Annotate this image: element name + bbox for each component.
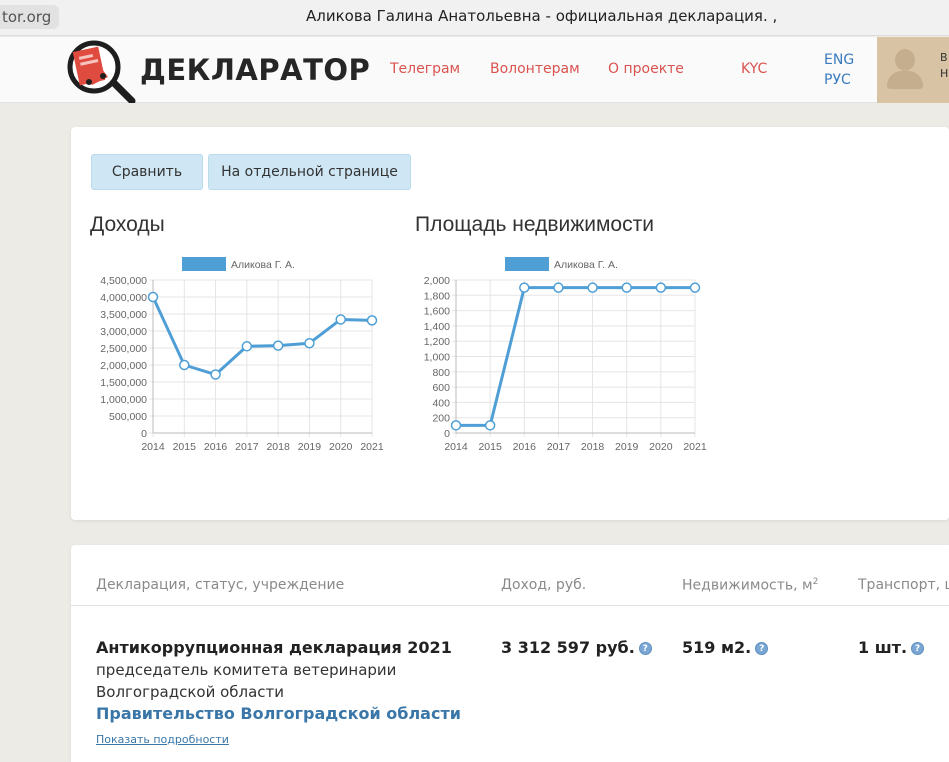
y-tick-label: 1,400 bbox=[424, 321, 450, 333]
data-point bbox=[241, 341, 253, 352]
income-help-icon[interactable]: ? bbox=[638, 642, 652, 655]
data-point bbox=[304, 337, 315, 349]
x-tick-label: 2018 bbox=[581, 441, 605, 453]
y-tick-label: 1,200 bbox=[424, 336, 450, 348]
nav-about[interactable]: О проекте bbox=[608, 61, 684, 77]
avatar-head-icon bbox=[895, 49, 915, 71]
user-text-line1: В bbox=[940, 51, 948, 64]
data-point bbox=[553, 282, 564, 293]
x-tick-label: 2020 bbox=[649, 441, 673, 453]
x-tick-label: 2019 bbox=[298, 441, 322, 453]
data-point bbox=[689, 282, 701, 293]
data-point bbox=[272, 340, 284, 351]
x-tick-label: 2020 bbox=[329, 441, 353, 453]
realty-chart-title: Площадь недвижимости bbox=[415, 213, 654, 236]
y-tick-label: 200 bbox=[432, 413, 450, 425]
data-point bbox=[450, 420, 462, 431]
x-tick-label: 2016 bbox=[513, 441, 537, 453]
position-line2: Волгоградской области bbox=[96, 683, 285, 701]
data-point bbox=[484, 420, 496, 431]
logo-text[interactable]: ДЕКЛАРАТОР bbox=[140, 53, 370, 87]
x-tick-label: 2018 bbox=[266, 441, 290, 453]
y-tick-label: 4,000,000 bbox=[100, 292, 147, 304]
income-cell: 3 312 597 руб.? bbox=[501, 638, 652, 657]
y-tick-label: 1,600 bbox=[424, 306, 450, 318]
data-point bbox=[587, 282, 598, 293]
y-tick-label: 2,000 bbox=[424, 275, 450, 287]
transport-help-icon[interactable]: ? bbox=[911, 642, 925, 655]
x-tick-label: 2014 bbox=[444, 441, 468, 453]
data-point bbox=[335, 314, 346, 325]
header-declaration: Декларация, статус, учреждение bbox=[96, 577, 345, 593]
y-tick-label: 500,000 bbox=[109, 411, 147, 423]
data-point bbox=[179, 359, 190, 371]
lang-rus[interactable]: РУС bbox=[824, 72, 851, 88]
organization-link[interactable]: Правительство Волгоградской области bbox=[96, 704, 461, 723]
separate-page-button[interactable]: На отдельной странице bbox=[208, 154, 411, 190]
data-point bbox=[210, 369, 221, 380]
data-point bbox=[655, 282, 667, 293]
y-tick-label: 2,000,000 bbox=[100, 360, 147, 372]
x-tick-label: 2015 bbox=[173, 441, 197, 453]
income-value: 3 312 597 руб. bbox=[501, 638, 635, 657]
y-tick-label: 2,500,000 bbox=[100, 343, 147, 355]
nav-kyc[interactable]: KYC bbox=[741, 61, 767, 77]
header-income: Доход, руб. bbox=[501, 577, 587, 593]
user-avatar[interactable]: В Н bbox=[877, 37, 949, 103]
data-point bbox=[366, 315, 378, 326]
data-point bbox=[519, 282, 530, 293]
x-tick-label: 2016 bbox=[204, 441, 228, 453]
magnifier-logo-icon[interactable] bbox=[62, 39, 138, 103]
income-chart-title: Доходы bbox=[90, 213, 165, 236]
lang-eng[interactable]: ENG bbox=[824, 52, 854, 68]
x-tick-label: 2015 bbox=[478, 441, 502, 453]
x-tick-label: 2017 bbox=[547, 441, 571, 453]
realty-cell: 519 м2.? bbox=[682, 638, 769, 657]
window-title: Аликова Галина Анатольевна - официальная… bbox=[306, 7, 778, 25]
header-realty: Недвижимость, м2 bbox=[682, 577, 819, 594]
y-tick-label: 1,500,000 bbox=[100, 377, 147, 389]
header-transport: Транспорт, ш bbox=[858, 577, 949, 593]
url-fragment[interactable]: tor.org bbox=[0, 5, 60, 29]
declaration-title: Антикоррупционная декларация 2021 bbox=[96, 638, 452, 657]
browser-title-bar: tor.org Аликова Галина Анатольевна - офи… bbox=[0, 0, 949, 36]
y-tick-label: 600 bbox=[432, 382, 450, 394]
y-tick-label: 0 bbox=[444, 428, 450, 440]
x-tick-label: 2019 bbox=[615, 441, 639, 453]
transport-value: 1 шт. bbox=[858, 638, 908, 657]
x-tick-label: 2017 bbox=[235, 441, 259, 453]
compare-button[interactable]: Сравнить bbox=[91, 154, 203, 190]
y-tick-label: 1,800 bbox=[424, 290, 450, 302]
avatar-body-icon bbox=[887, 71, 923, 89]
legend-swatch bbox=[505, 257, 549, 271]
y-tick-label: 1,000 bbox=[424, 352, 450, 364]
y-tick-label: 0 bbox=[141, 428, 147, 440]
show-details-link[interactable]: Показать подробности bbox=[96, 733, 229, 746]
income-chart: Аликова Г. А. 4,500,000 4,000,000 3,500,000… bbox=[100, 257, 384, 453]
realty-help-icon[interactable]: ? bbox=[755, 642, 769, 655]
x-tick-label: 2021 bbox=[683, 441, 707, 453]
legend-label: Аликова Г. А. bbox=[554, 259, 618, 271]
realty-chart: Аликова Г. А. 2,000 1,800 1,600 1,400 1,200 1,… bbox=[424, 257, 707, 453]
y-tick-label: 3,500,000 bbox=[100, 309, 147, 321]
y-tick-label: 4,500,000 bbox=[100, 275, 147, 287]
x-tick-label: 2021 bbox=[360, 441, 384, 453]
data-point bbox=[621, 282, 632, 293]
realty-value: 519 м2. bbox=[682, 638, 752, 657]
user-text-line2: Н bbox=[940, 67, 949, 80]
position-line1: председатель комитета ветеринарии bbox=[96, 661, 397, 679]
y-tick-label: 800 bbox=[432, 367, 450, 379]
y-tick-label: 1,000,000 bbox=[100, 394, 147, 406]
legend-swatch bbox=[182, 257, 226, 271]
site-header: ДЕКЛАРАТОР Телеграм Волонтерам О проекте… bbox=[0, 37, 949, 103]
y-tick-label: 3,000,000 bbox=[100, 326, 147, 338]
nav-volunteers[interactable]: Волонтерам bbox=[490, 61, 580, 77]
y-tick-label: 400 bbox=[432, 397, 450, 409]
nav-telegram[interactable]: Телеграм bbox=[390, 61, 460, 77]
table-divider bbox=[71, 605, 949, 606]
transport-cell: 1 шт.? bbox=[858, 638, 925, 657]
legend-label: Аликова Г. А. bbox=[231, 259, 295, 271]
x-tick-label: 2014 bbox=[141, 441, 165, 453]
data-point bbox=[147, 291, 159, 303]
